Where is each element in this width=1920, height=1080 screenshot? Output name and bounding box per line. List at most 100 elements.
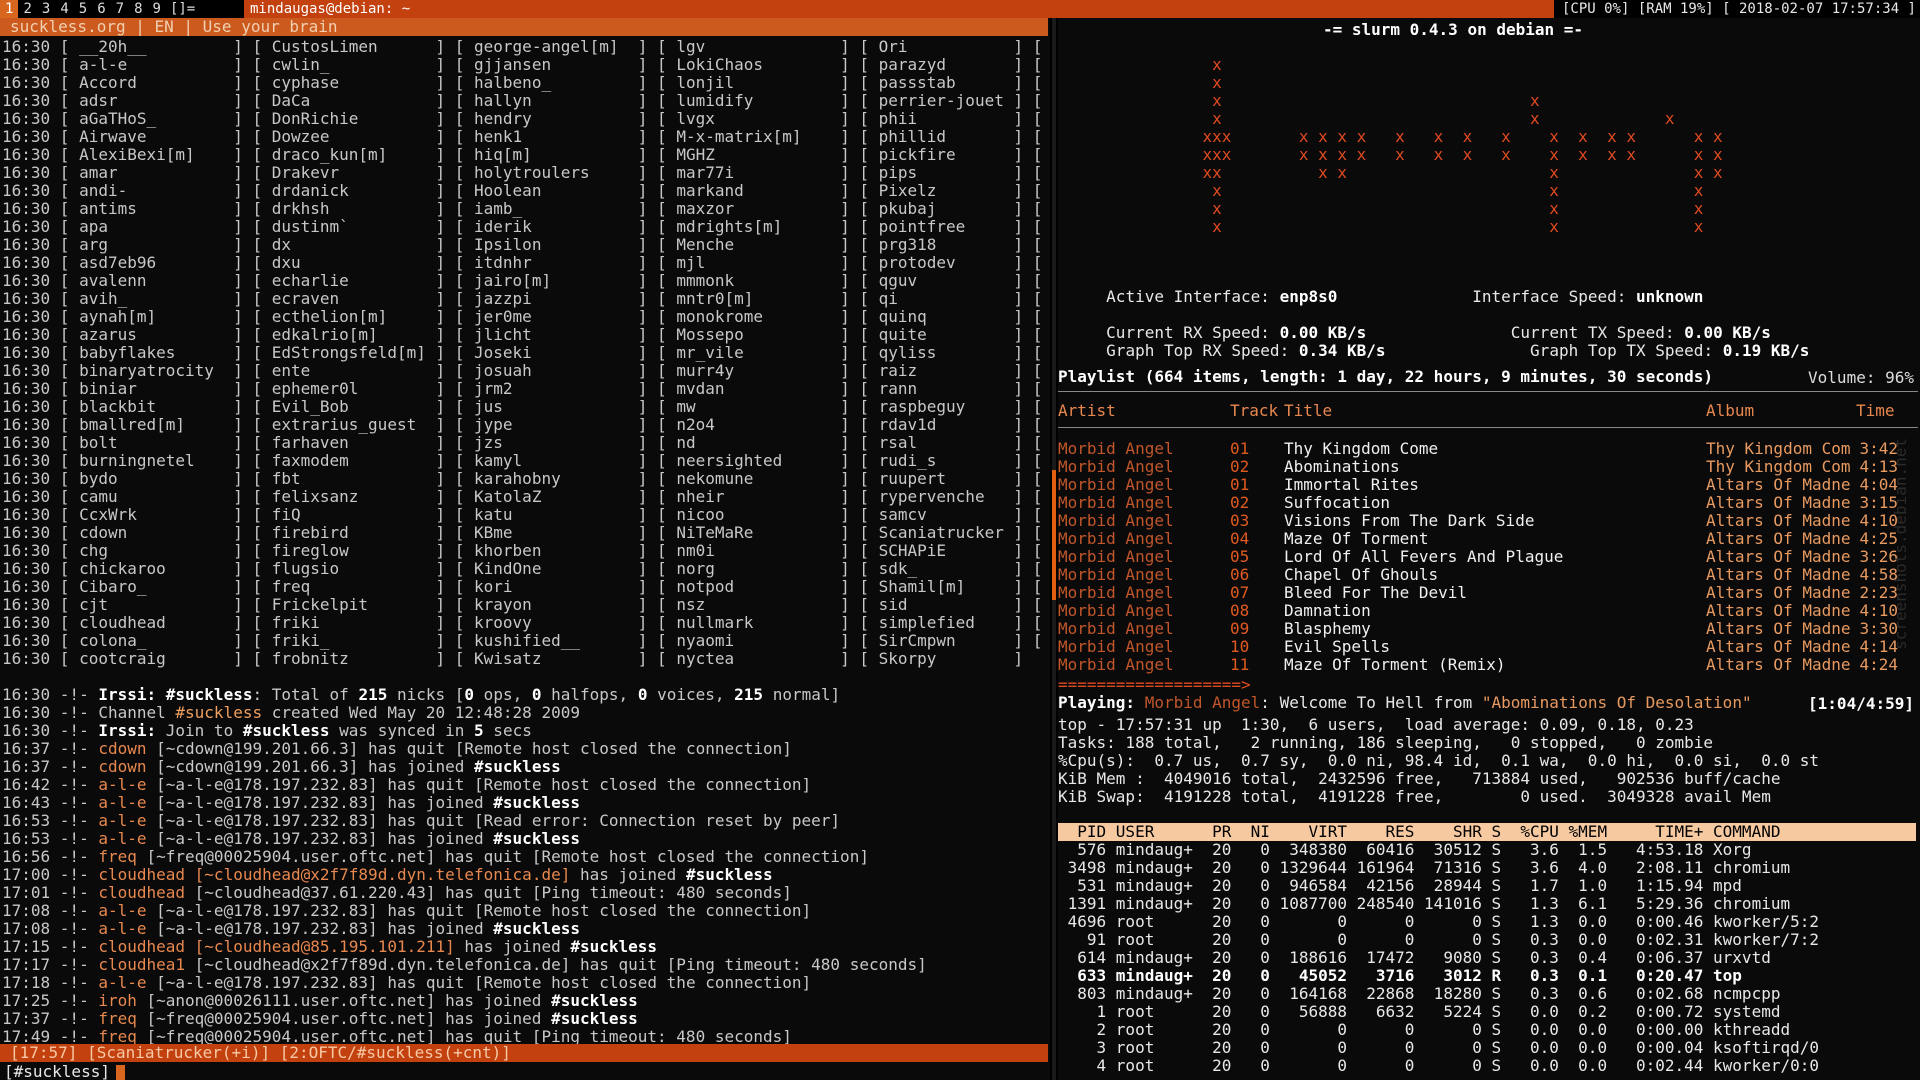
process-row[interactable]: 91 root 20 0 0 0 0 S 0.3 0.0 0:02.31 kwo…	[1058, 931, 1819, 949]
nick-entry[interactable]: [ karahobny ]	[455, 469, 657, 488]
nick-entry[interactable]: [ gjjansen ]	[455, 55, 657, 74]
nick-entry[interactable]: [ parazyd ]	[859, 55, 1032, 74]
process-row[interactable]: 1 root 20 0 56888 6632 5224 S 0.0 0.2 0:…	[1058, 1003, 1819, 1021]
irc-input[interactable]: [#suckless]	[4, 1063, 125, 1080]
nick-entry[interactable]: [ unreasonable ]	[1033, 343, 1050, 362]
tag-6[interactable]: 6	[92, 0, 110, 18]
nick-entry[interactable]: [ WildHair ]	[1033, 415, 1050, 434]
nick-entry[interactable]: [ Zimsky ]	[1033, 613, 1050, 632]
nick-entry[interactable]: [ __20h__ ]	[60, 37, 253, 56]
col-title[interactable]: Title	[1284, 402, 1332, 420]
nick-entry[interactable]: [ cjt ]	[60, 595, 253, 614]
process-row[interactable]: 4 root 20 0 0 0 0 S 0.0 0.0 0:02.44 kwor…	[1058, 1057, 1819, 1075]
nick-entry[interactable]: [ raiz ]	[859, 361, 1032, 380]
process-row[interactable]: 3498 mindaug+ 20 0 1329644 161964 71316 …	[1058, 859, 1819, 877]
process-row[interactable]: 3 root 20 0 0 0 0 S 0.0 0.0 0:00.04 ksof…	[1058, 1039, 1819, 1057]
nick-entry[interactable]: [ NiTeMaRe ]	[657, 523, 859, 542]
nick-entry[interactable]: [ jazzpi ]	[455, 289, 657, 308]
nick-entry[interactable]: [ rdav1d ]	[859, 415, 1032, 434]
nick-entry[interactable]: [ SirCmpwn ]	[859, 631, 1032, 650]
nick-entry[interactable]: [ krayon ]	[455, 595, 657, 614]
nick-entry[interactable]: [ lvgx ]	[657, 109, 859, 128]
nick-entry[interactable]: [ mdrights[m] ]	[657, 217, 859, 236]
nick-entry[interactable]: [ bydo ]	[60, 469, 253, 488]
nick-entry[interactable]: [ maxzor ]	[657, 199, 859, 218]
nick-entry[interactable]: [ Pixelz ]	[859, 181, 1032, 200]
nick-entry[interactable]: [ DonRichie ]	[252, 109, 454, 128]
track-row[interactable]: Morbid Angel 01 Immortal Rites Altars Of Ma…	[1058, 476, 1918, 494]
nick-entry[interactable]: [ phillid ]	[859, 127, 1032, 146]
nick-entry[interactable]: [ bmallred[m] ]	[60, 415, 253, 434]
nick-entry[interactable]: [ halbeno_ ]	[455, 73, 657, 92]
nick-entry[interactable]: [ WeaselSoup ]	[1033, 397, 1050, 416]
nick-entry[interactable]: [ nd ]	[657, 433, 859, 452]
nick-entry[interactable]: [ freq ]	[252, 577, 454, 596]
process-row[interactable]: 1391 mindaug+ 20 0 1087700 248540 141016…	[1058, 895, 1819, 913]
nick-entry[interactable]: [ nheir ]	[657, 487, 859, 506]
nick-entry[interactable]: [ murr4y ]	[657, 361, 859, 380]
nick-entry[interactable]: [ ybden ]	[1033, 523, 1050, 542]
nick-entry[interactable]: [ antims ]	[60, 199, 253, 218]
nick-entry[interactable]: [ nicoo ]	[657, 505, 859, 524]
nick-entry[interactable]: [ phii ]	[859, 109, 1032, 128]
nick-entry[interactable]: [ Stummi ]	[1033, 91, 1050, 110]
track-row[interactable]: Morbid Angel 02 Abominations Thy Kingdom Co…	[1058, 458, 1918, 476]
volume[interactable]: Volume: 96%	[1808, 368, 1914, 387]
tag-7[interactable]: 7	[111, 0, 129, 18]
nick-entry[interactable]: [ drkhsh ]	[252, 199, 454, 218]
process-row[interactable]: 531 mindaug+ 20 0 946584 42156 28944 S 1…	[1058, 877, 1819, 895]
nick-entry[interactable]: [ styl1te ]	[1033, 109, 1050, 128]
track-row[interactable]: Morbid Angel 05 Lord Of All Fevers And Pla…	[1058, 548, 1918, 566]
col-album[interactable]: Album	[1706, 402, 1754, 420]
nick-entry[interactable]: [ faxmodem ]	[252, 451, 454, 470]
nick-entry[interactable]: [ verm1n ]	[1033, 379, 1050, 398]
nick-entry[interactable]: [ Joseki ]	[455, 343, 657, 362]
nick-entry[interactable]: [ biniar ]	[60, 379, 253, 398]
nick-entry[interactable]: [ tkln ]	[1033, 199, 1050, 218]
nick-entry[interactable]: [ ente ]	[252, 361, 454, 380]
nick-entry[interactable]: [ jairo[m] ]	[455, 271, 657, 290]
nick-entry[interactable]: [ KatolaZ ]	[455, 487, 657, 506]
nick-entry[interactable]: [ kamyl ]	[455, 451, 657, 470]
col-track[interactable]: Track	[1230, 402, 1278, 420]
nick-entry[interactable]: [ mvdan ]	[657, 379, 859, 398]
nick-entry[interactable]: [ kroovy ]	[455, 613, 657, 632]
nick-entry[interactable]: [ CustosLimen ]	[252, 37, 454, 56]
nick-entry[interactable]: [ nsz ]	[657, 595, 859, 614]
tag-2[interactable]: 2	[18, 0, 36, 18]
track-row[interactable]: Morbid Angel 08 Damnation Altars Of Madne 4:…	[1058, 602, 1918, 620]
nick-entry[interactable]: [ chg ]	[60, 541, 253, 560]
nick-entry[interactable]: [ xet7 ]	[1033, 469, 1050, 488]
nick-entry[interactable]: [ jus ]	[455, 397, 657, 416]
nick-entry[interactable]: [ jrm2 ]	[455, 379, 657, 398]
nick-entry[interactable]: [ KindOne ]	[455, 559, 657, 578]
nick-entry[interactable]: [ cootcraig ]	[60, 649, 253, 668]
tag-3[interactable]: 3	[37, 0, 55, 18]
nick-entry[interactable]: [ edkalrio[m] ]	[252, 325, 454, 344]
nick-entry[interactable]: [ tridactyla ]	[1033, 253, 1050, 272]
nick-entry[interactable]: [ qyliss ]	[859, 343, 1032, 362]
nick-entry[interactable]: [ dustinm` ]	[252, 217, 454, 236]
nick-entry[interactable]: [ felixsanz ]	[252, 487, 454, 506]
nick-entry[interactable]: [ rsal ]	[859, 433, 1032, 452]
tag-8[interactable]: 8	[129, 0, 147, 18]
nick-entry[interactable]: [ simplefied ]	[859, 613, 1032, 632]
nick-entry[interactable]: [ qguv ]	[859, 271, 1032, 290]
nick-entry[interactable]: [ dx ]	[252, 235, 454, 254]
nick-entry[interactable]: [ jer0me ]	[455, 307, 657, 326]
nick-entry[interactable]: [ hiq[m] ]	[455, 145, 657, 164]
track-row[interactable]: Morbid Angel 10 Evil Spells Altars Of Madne…	[1058, 638, 1918, 656]
nick-entry[interactable]: [ Ori ]	[859, 37, 1032, 56]
nick-entry[interactable]: [ dxu ]	[252, 253, 454, 272]
nick-entry[interactable]: [ colona_ ]	[60, 631, 253, 650]
nick-entry[interactable]: [ MGHZ ]	[657, 145, 859, 164]
nick-entry[interactable]: [ notpod ]	[657, 577, 859, 596]
nick-entry[interactable]: [ draco_kun[m] ]	[252, 145, 454, 164]
nick-entry[interactable]: [ thurstylark ]	[1033, 181, 1050, 200]
nick-entry[interactable]: [ nullmark ]	[657, 613, 859, 632]
nick-entry[interactable]: [ raspbeguy ]	[859, 397, 1032, 416]
nick-entry[interactable]: [ burningnetel ]	[60, 451, 253, 470]
col-time[interactable]: Time	[1856, 402, 1895, 420]
nick-entry[interactable]: [ DaCa ]	[252, 91, 454, 110]
nick-entry[interactable]: [ azarus ]	[60, 325, 253, 344]
